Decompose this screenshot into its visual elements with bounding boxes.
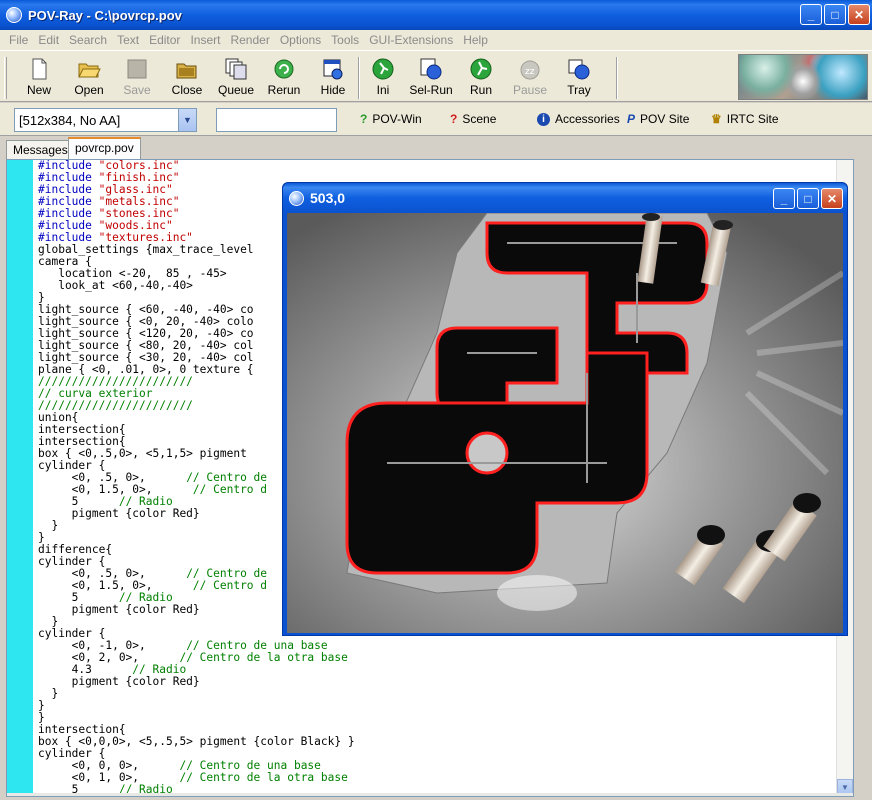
close-label: Close (171, 83, 203, 97)
new-button[interactable]: New (14, 55, 64, 99)
queue-label: Queue (217, 83, 255, 97)
close-button[interactable]: Close (162, 55, 212, 99)
povray-app-icon[interactable] (6, 7, 22, 23)
rendered-scene-image (287, 213, 843, 633)
accessories-link[interactable]: i Accessories (537, 112, 620, 126)
resolution-select[interactable]: [512x384, No AA] ▼ (14, 108, 197, 132)
queue-icon (225, 58, 247, 80)
sel-run-icon (420, 58, 442, 80)
rendered-track-scene (287, 213, 843, 633)
save-button[interactable]: Save (112, 55, 162, 99)
povray-spheres-logo (738, 54, 868, 100)
menu-edit[interactable]: Edit (33, 33, 64, 47)
toolbar-separator-2 (616, 57, 618, 99)
menu-bar: File Edit Search Text Editor Insert Rend… (0, 30, 872, 50)
svg-text:zz: zz (525, 67, 535, 77)
toolbar-grip[interactable] (4, 57, 7, 99)
pov-win-label: POV-Win (372, 112, 422, 126)
menu-file[interactable]: File (4, 33, 33, 47)
rerun-icon (274, 59, 294, 79)
open-folder-icon (78, 63, 101, 78)
help-question-icon: ? (360, 112, 368, 126)
render-window-icon[interactable] (289, 190, 304, 206)
queue-button[interactable]: Queue (211, 55, 261, 99)
code-line[interactable]: } (38, 688, 838, 700)
pause-label: Pause (512, 83, 548, 97)
menu-search[interactable]: Search (64, 33, 112, 47)
scene-label: Scene (462, 112, 497, 126)
scene-question-icon: ? (450, 112, 458, 126)
new-label: New (26, 83, 51, 97)
rerun-button[interactable]: Rerun (259, 55, 309, 99)
code-line[interactable]: box { <0,0,0>, <5,.5,5> pigment {color B… (38, 736, 838, 748)
tray-button[interactable]: Tray (554, 55, 604, 99)
maximize-button[interactable]: □ (824, 4, 846, 25)
window-title: POV-Ray - C:\povrcp.pov (28, 7, 182, 23)
horizontal-scrollbar[interactable] (7, 793, 853, 796)
tray-icon (568, 59, 590, 80)
render-preview-window[interactable]: 503,0 _ □ ✕ (282, 182, 848, 636)
ini-button[interactable]: Ini (358, 55, 408, 99)
tab-povrcp-pov[interactable]: povrcp.pov (68, 137, 141, 159)
menu-editor[interactable]: Editor (144, 33, 185, 47)
open-button[interactable]: Open (64, 55, 114, 99)
run-button[interactable]: Run (456, 55, 506, 99)
save-label: Save (123, 83, 151, 97)
chevron-down-icon[interactable]: ▼ (178, 109, 196, 131)
render-maximize-button[interactable]: □ (797, 188, 819, 209)
render-close-button[interactable]: ✕ (821, 188, 843, 209)
render-title-bar[interactable]: 503,0 _ □ ✕ (283, 183, 847, 213)
menu-options[interactable]: Options (275, 33, 326, 47)
scene-link[interactable]: ? Scene (450, 112, 496, 126)
menu-insert[interactable]: Insert (185, 33, 225, 47)
resolution-value: [512x384, No AA] (19, 112, 121, 128)
irtc-site-label: IRTC Site (726, 112, 779, 126)
tab-messages[interactable]: Messages (6, 140, 75, 159)
accessories-label: Accessories (555, 112, 620, 126)
editor-tabs: Messages povrcp.pov (0, 137, 872, 159)
menu-text[interactable]: Text (112, 33, 144, 47)
irtc-site-link[interactable]: ♛ IRTC Site (711, 112, 779, 126)
menu-help[interactable]: Help (458, 33, 493, 47)
open-label: Open (74, 83, 104, 97)
new-file-icon (32, 58, 47, 80)
hide-button[interactable]: Hide (308, 55, 358, 99)
info-icon: i (537, 112, 550, 126)
tray-label: Tray (567, 83, 591, 97)
editor-gutter (7, 160, 33, 796)
command-line-input[interactable] (216, 108, 337, 132)
menu-gui-extensions[interactable]: GUI-Extensions (364, 33, 458, 47)
pov-site-label: POV Site (640, 112, 690, 126)
pov-site-link[interactable]: P POV Site (627, 112, 689, 126)
pause-sleep-icon: zz (520, 60, 540, 80)
main-toolbar: New Open Save Close Queue Rerun Hide Ini… (0, 50, 872, 102)
title-bar[interactable]: POV-Ray - C:\povrcp.pov _ □ ✕ (0, 0, 872, 30)
menu-render[interactable]: Render (225, 33, 274, 47)
trophy-icon: ♛ (711, 112, 722, 126)
run-runner-icon (470, 58, 492, 80)
pov-win-link[interactable]: ? POV-Win (360, 112, 422, 126)
pov-logo-icon: P (627, 112, 636, 126)
sel-run-label: Sel-Run (409, 83, 453, 97)
pause-button[interactable]: zz Pause (505, 55, 555, 99)
hide-label: Hide (320, 83, 346, 97)
code-line[interactable]: } (38, 700, 838, 712)
run-label: Run (469, 83, 492, 97)
render-minimize-button[interactable]: _ (773, 188, 795, 209)
minimize-button[interactable]: _ (800, 4, 822, 25)
code-line[interactable]: } (38, 712, 838, 724)
hide-window-icon (323, 59, 343, 80)
rerun-label: Rerun (267, 83, 301, 97)
close-folder-icon (176, 63, 197, 79)
save-disk-icon (127, 59, 147, 79)
sel-run-button[interactable]: Sel-Run (406, 55, 456, 99)
ini-runner-icon (372, 58, 394, 80)
close-window-button[interactable]: ✕ (848, 4, 870, 25)
secondary-toolbar: [512x384, No AA] ▼ ? POV-Win ? Scene i A… (0, 103, 872, 136)
render-window-title: 503,0 (310, 190, 346, 206)
code-line[interactable]: pigment {color Red} (38, 676, 838, 688)
menu-tools[interactable]: Tools (326, 33, 364, 47)
ini-label: Ini (376, 83, 390, 97)
